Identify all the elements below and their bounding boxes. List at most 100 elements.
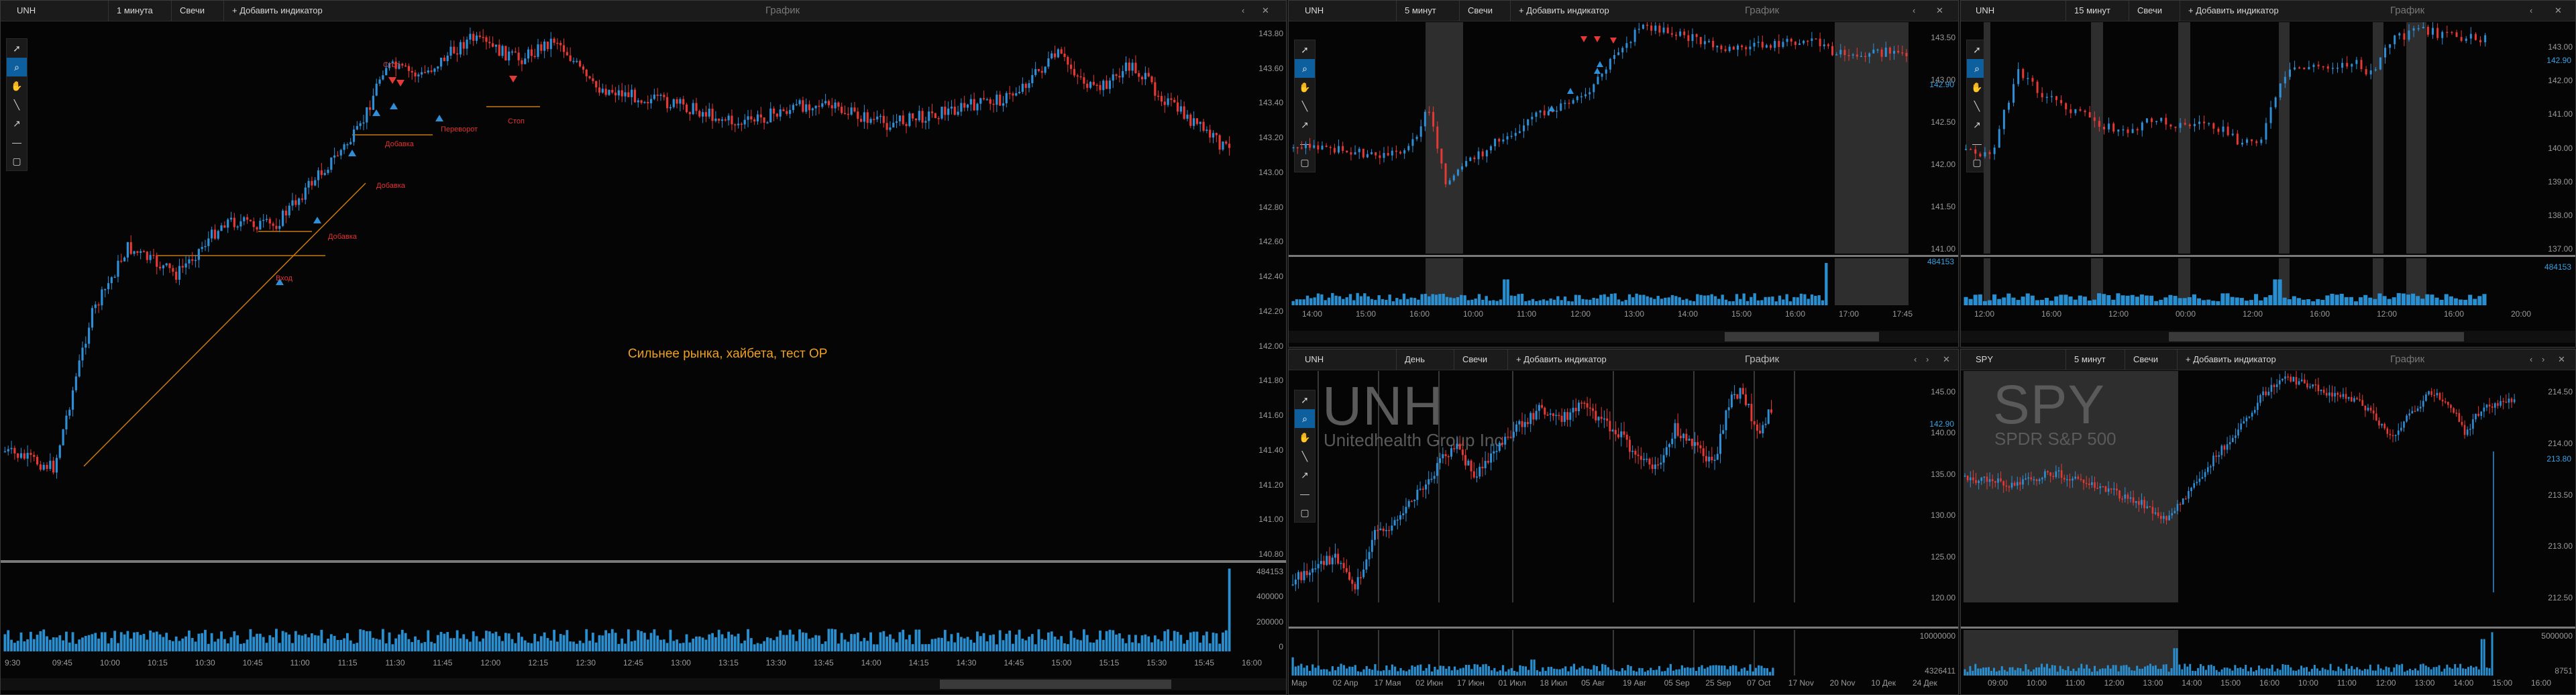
prev-icon[interactable]: ‹ [1914,350,1917,370]
candle [1546,411,1549,417]
close-icon[interactable]: ✕ [1262,1,1269,21]
volume-bar [585,629,588,651]
candle [2104,486,2107,493]
interval-selector[interactable]: 5 минут [2065,350,2106,370]
symbol-selector[interactable]: UNH [1976,1,1994,21]
volume-bar [1428,664,1431,676]
symbol-selector[interactable]: UNH [1305,1,1324,21]
time-tick: 11:45 [433,658,453,667]
prev-icon[interactable]: ‹ [2530,350,2532,370]
time-scrollbar[interactable] [1961,331,2575,343]
scroll-thumb[interactable] [2169,332,2464,341]
candle [1428,471,1430,494]
pane-divider[interactable] [1,560,1286,563]
price-chart[interactable] [1291,371,1909,602]
interval-selector[interactable]: День [1396,350,1425,370]
interval-selector[interactable]: 5 минут [1396,1,1436,21]
candle [1333,144,1336,154]
scroll-thumb[interactable] [1725,332,1879,341]
candle [1345,559,1348,574]
scroll-thumb[interactable] [940,680,1171,689]
volume-bar [1297,665,1300,676]
volume-bar [2096,671,2098,676]
volume-bar [1388,295,1391,305]
volume-bar [2463,299,2468,305]
candle [718,118,720,124]
pane-divider[interactable] [1961,627,2575,629]
volume-bar [1424,294,1428,305]
close-icon[interactable]: ✕ [2555,1,2562,21]
add-indicator-button[interactable]: + Добавить индикатор [2180,1,2279,21]
time-scrollbar[interactable] [1289,331,1958,343]
time-tick: 16:00 [2531,678,2552,688]
candle [1733,384,1736,400]
buy-marker [1548,105,1555,111]
time-scrollbar[interactable] [1,678,1286,690]
collapse-icon[interactable]: ‹ [2530,1,2532,21]
candle [140,248,142,260]
add-indicator-button[interactable]: + Добавить индикатор [1510,1,1609,21]
volume-bar [2440,672,2443,676]
interval-selector[interactable]: 1 минута [108,1,153,21]
chart-type-selector[interactable]: Свечи [2125,350,2158,370]
close-icon[interactable]: ✕ [1943,350,1950,370]
add-indicator-button[interactable]: + Добавить индикатор [2177,350,2276,370]
chart-type-selector[interactable]: Свечи [2129,1,2162,21]
collapse-icon[interactable]: ‹ [1913,1,1915,21]
candle [401,62,404,68]
volume-bar [1445,297,1449,305]
volume-bar [365,631,368,651]
next-icon[interactable]: › [1926,350,1929,370]
chart-type-selector[interactable]: Свечи [1459,1,1493,21]
candle [78,354,80,378]
collapse-icon[interactable]: ‹ [1242,1,1244,21]
candle [1421,486,1424,498]
next-icon[interactable]: › [2542,350,2544,370]
volume-bar [2282,663,2284,676]
volume-bar [1692,301,1696,305]
time-tick: 12:15 [528,658,549,667]
chart-type-selector[interactable]: Свечи [171,1,205,21]
symbol-selector[interactable]: SPY [1976,350,1993,370]
candle [504,46,507,61]
volume-bar [1363,293,1366,305]
close-icon[interactable]: ✕ [1936,1,1943,21]
candle [359,120,362,130]
close-icon[interactable]: ✕ [2558,350,2565,370]
candle [1807,40,1809,46]
price-chart[interactable] [1291,22,1909,254]
add-indicator-button[interactable]: + Добавить индикатор [223,1,323,21]
volume-bar [1814,296,1817,305]
volume-bar [1516,672,1519,676]
pane-divider[interactable] [1961,255,2575,257]
pane-divider[interactable] [1289,255,1958,257]
volume-bar [511,639,514,651]
price-tick: 142.00 [1931,160,1955,169]
chart-type-selector[interactable]: Свечи [1454,350,1487,370]
volume-bar [2144,666,2147,676]
volume-bar [1675,669,1678,676]
candle [1583,400,1586,409]
candle [52,457,55,475]
volume-bar [1689,667,1692,676]
price-chart[interactable] [1964,22,2527,254]
symbol-selector[interactable]: UNH [1305,350,1324,370]
candle [1209,125,1212,143]
volume-bar [537,641,539,651]
volume-bar [2239,667,2242,676]
candle [1391,147,1393,161]
interval-selector[interactable]: 15 минут [2065,1,2110,21]
volume-bar [2173,296,2178,305]
pane-divider[interactable] [1289,627,1958,629]
volume-bar [2092,299,2097,305]
add-indicator-button[interactable]: + Добавить индикатор [1507,350,1607,370]
volume-bar [2353,669,2356,676]
volume-bar [1121,638,1124,651]
price-chart[interactable] [3,22,1231,559]
candle [346,142,349,150]
volume-bar [1821,300,1825,305]
symbol-selector[interactable]: UNH [17,1,36,21]
candle [1199,121,1201,132]
volume-bar [2368,297,2373,305]
candle [446,52,449,66]
